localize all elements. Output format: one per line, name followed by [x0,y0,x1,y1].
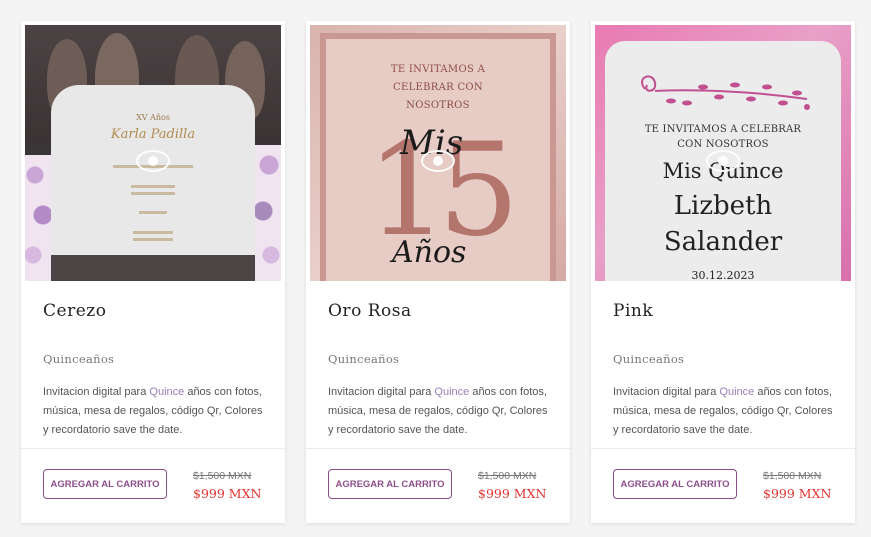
product-category[interactable]: Quinceaños [43,352,114,366]
divider [591,448,855,449]
description-highlight: Quince [719,386,755,398]
flower-decoration [253,145,281,281]
eye-icon[interactable] [706,150,740,172]
product-title[interactable]: Pink [613,301,653,321]
product-title[interactable]: Cerezo [43,301,106,321]
product-description: Invitacion digital para Quince años con … [328,386,548,436]
old-price: $1,500 MXN [193,470,252,482]
old-price: $1,500 MXN [763,470,822,482]
product-image[interactable]: TE INVITAMOS A CELEBRAR CON NOSOTROS Mis… [595,25,851,281]
description-highlight: Quince [149,386,185,398]
add-to-cart-button[interactable]: AGREGAR AL CARRITO [328,469,452,499]
floral-ornament-icon [641,75,810,110]
product-image[interactable]: XV Años Karla Padilla [25,25,281,281]
product-category[interactable]: Quinceaños [328,352,399,366]
preview-invite-text: TE INVITAMOS A CELEBRAR CON NOSOTROS [390,64,486,111]
product-card: TE INVITAMOS A CELEBRAR CON NOSOTROS Mis… [591,21,855,523]
preview-line3: Salander [663,227,783,257]
flower-decoration [25,155,53,281]
add-to-cart-button[interactable]: AGREGAR AL CARRITO [43,469,167,499]
sale-price: $999 MXN [763,486,832,501]
product-image[interactable]: TE INVITAMOS A CELEBRAR CON NOSOTROS 15 … [310,25,566,281]
product-description: Invitacion digital para Quince años con … [613,386,833,436]
eye-icon[interactable] [136,150,170,172]
eye-icon[interactable] [421,150,455,172]
preview-line2: Lizbeth [673,191,773,221]
sale-price: $999 MXN [478,486,547,501]
preview-heading: XV Años [136,113,170,122]
product-card: TE INVITAMOS A CELEBRAR CON NOSOTROS 15 … [306,21,570,523]
divider [21,448,285,449]
product-category[interactable]: Quinceaños [613,352,684,366]
preview-date: 30.12.2023 [691,269,755,281]
description-highlight: Quince [434,386,470,398]
sale-price: $999 MXN [193,486,262,501]
product-title[interactable]: Oro Rosa [328,301,412,321]
photo-strip [51,255,255,281]
product-card: XV Años Karla Padilla Cerezo Quinceaños … [21,21,285,523]
product-description: Invitacion digital para Quince años con … [43,386,263,436]
add-to-cart-button[interactable]: AGREGAR AL CARRITO [613,469,737,499]
preview-name: Karla Padilla [110,127,196,142]
divider [306,448,570,449]
old-price: $1,500 MXN [478,470,537,482]
preview-invite-text: TE INVITAMOS A CELEBRAR CON NOSOTROS [644,124,802,150]
preview-anos: Años [392,235,467,270]
